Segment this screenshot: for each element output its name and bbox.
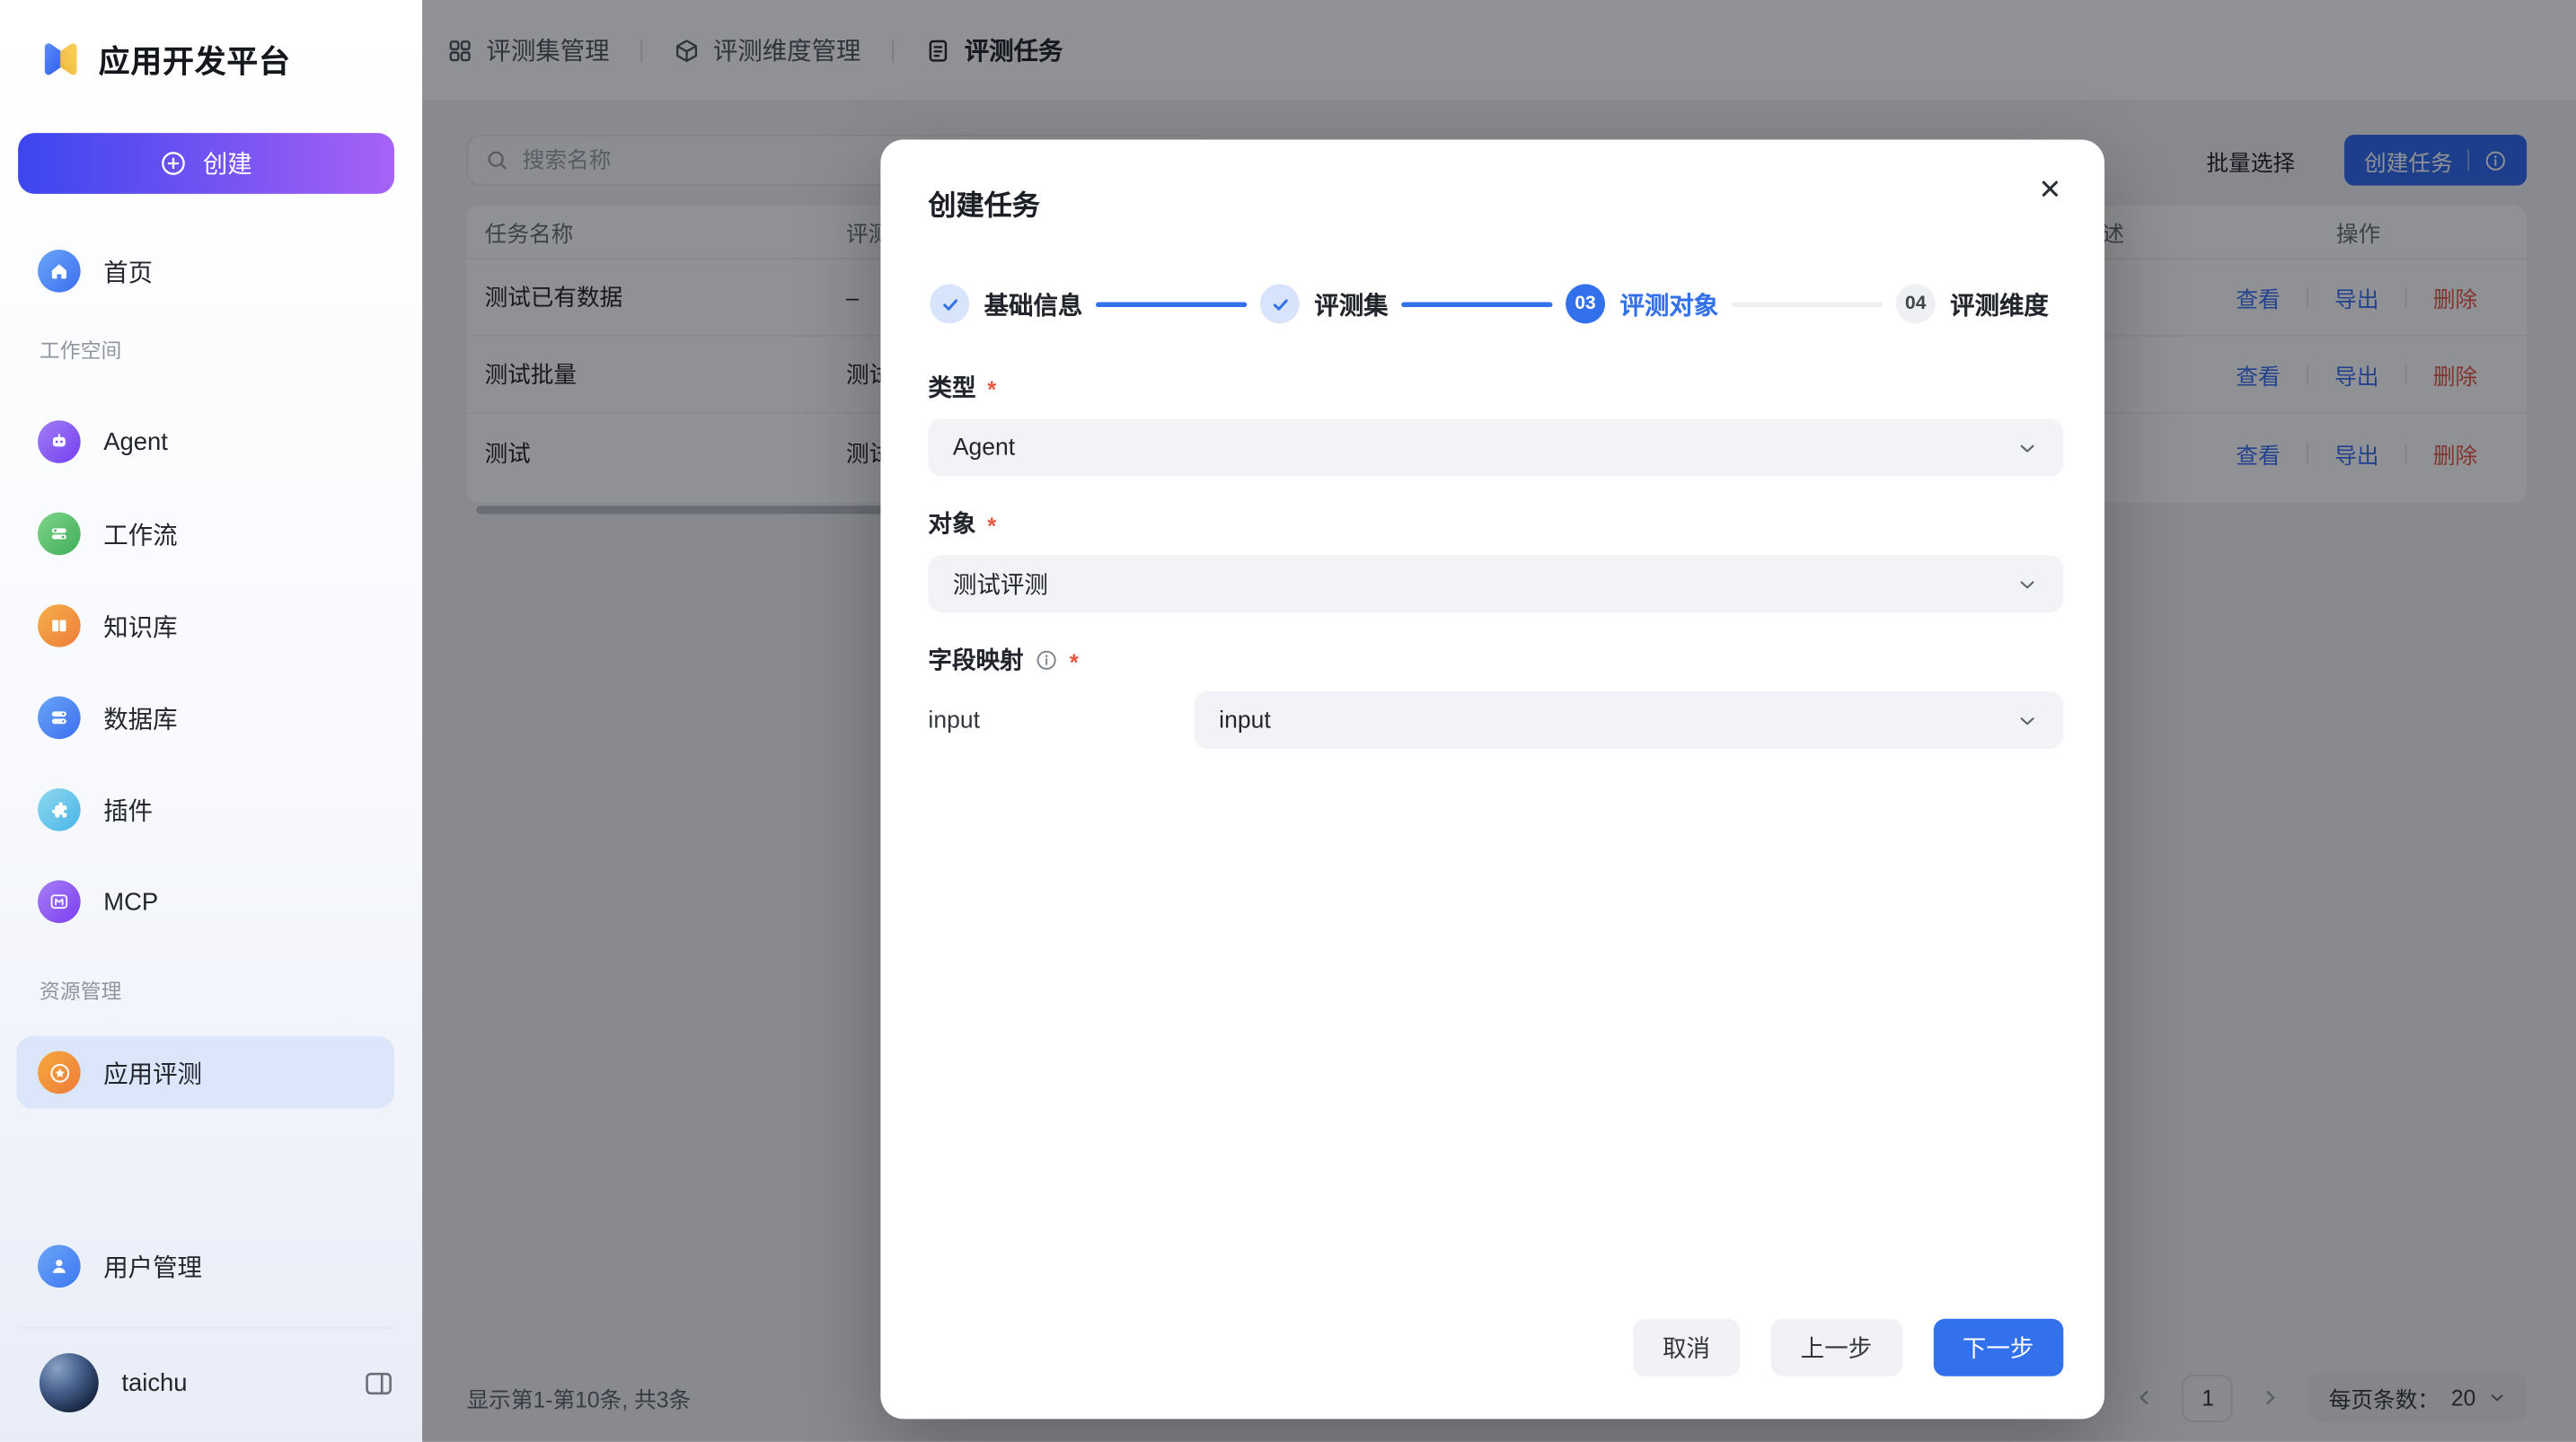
app-root: 应用开发平台 创建 首页 工作空间 Agent 工作流 xyxy=(0,0,2576,1442)
step-evaluation-object: 03 评测对象 xyxy=(1566,284,1718,323)
stepper: 基础信息 评测集 03 评测对象 04 评测维度 xyxy=(930,284,2049,323)
mapping-row: input input xyxy=(928,691,2063,749)
sidebar-item-label: 用户管理 xyxy=(103,1249,202,1283)
app-title: 应用开发平台 xyxy=(99,37,291,81)
logo: 应用开发平台 xyxy=(0,0,422,82)
sidebar: 应用开发平台 创建 首页 工作空间 Agent 工作流 xyxy=(0,0,422,1442)
step-check-icon xyxy=(1260,284,1300,323)
database-icon xyxy=(38,697,81,740)
sidebar-item-label: 知识库 xyxy=(103,609,177,643)
sidebar-item-label: 首页 xyxy=(103,254,153,288)
step-connector xyxy=(1401,302,1552,306)
sidebar-item-home[interactable]: 首页 xyxy=(16,238,394,303)
modal-footer: 取消 上一步 下一步 xyxy=(1633,1319,2063,1376)
sidebar-item-label: Agent xyxy=(103,427,168,455)
avatar[interactable] xyxy=(40,1353,99,1412)
step-connector xyxy=(1732,302,1883,306)
create-button-label: 创建 xyxy=(203,146,252,180)
sidebar-divider xyxy=(18,1327,394,1329)
user-management-icon xyxy=(38,1244,81,1288)
object-field-label: 对象 * xyxy=(928,506,2063,540)
mapping-key-label: input xyxy=(928,707,1194,733)
mapping-field-label: 字段映射 * xyxy=(928,642,2063,676)
required-marker: * xyxy=(1070,648,1079,674)
next-step-button[interactable]: 下一步 xyxy=(1933,1319,2063,1376)
home-icon xyxy=(38,250,81,293)
section-title-resource: 资源管理 xyxy=(40,979,422,1005)
collapse-sidebar-icon[interactable] xyxy=(363,1367,394,1399)
chevron-down-icon xyxy=(2016,572,2039,595)
info-icon[interactable] xyxy=(1035,648,1058,672)
sidebar-item-label: 插件 xyxy=(103,793,153,827)
close-icon[interactable]: ✕ xyxy=(2038,176,2061,204)
agent-icon xyxy=(38,420,81,463)
step-number: 03 xyxy=(1566,284,1605,323)
type-select[interactable]: Agent xyxy=(928,418,2063,476)
sidebar-item-database[interactable]: 数据库 xyxy=(16,685,394,751)
user-name: taichu xyxy=(121,1369,187,1397)
sidebar-item-plugin[interactable]: 插件 xyxy=(16,777,394,842)
sidebar-item-workflow[interactable]: 工作流 xyxy=(16,501,394,567)
step-connector xyxy=(1096,302,1247,306)
sidebar-item-app-evaluation[interactable]: 应用评测 xyxy=(16,1036,394,1108)
create-button[interactable]: 创建 xyxy=(18,133,394,194)
sidebar-item-knowledge-base[interactable]: 知识库 xyxy=(16,593,394,658)
modal-form: 类型 * Agent 对象 * 测试评测 字段映射 xyxy=(928,370,2063,750)
chevron-down-icon xyxy=(2016,436,2039,460)
chevron-down-icon xyxy=(2016,708,2039,732)
required-marker: * xyxy=(987,512,996,538)
type-select-value: Agent xyxy=(953,435,1015,461)
modal-title: 创建任务 xyxy=(928,182,1039,224)
create-task-modal: 创建任务 ✕ 基础信息 评测集 03 评测对象 xyxy=(880,139,2104,1419)
object-select-value: 测试评测 xyxy=(953,567,1048,601)
mapping-select-value: input xyxy=(1219,707,1271,733)
step-check-icon xyxy=(930,284,969,323)
cancel-button[interactable]: 取消 xyxy=(1633,1319,1740,1376)
section-title-workspace: 工作空间 xyxy=(40,339,422,365)
workflow-icon xyxy=(38,513,81,556)
sidebar-item-label: MCP xyxy=(103,888,158,916)
step-evaluation-dimension: 04 评测维度 xyxy=(1896,284,2049,323)
app-evaluation-icon xyxy=(38,1051,81,1095)
required-marker: * xyxy=(987,375,996,401)
step-label: 基础信息 xyxy=(984,286,1083,321)
prev-step-button[interactable]: 上一步 xyxy=(1771,1319,1901,1376)
plugin-icon xyxy=(38,788,81,831)
sidebar-item-label: 数据库 xyxy=(103,700,177,734)
sidebar-item-agent[interactable]: Agent xyxy=(16,409,394,474)
step-label: 评测集 xyxy=(1314,286,1388,321)
sidebar-item-label: 工作流 xyxy=(103,516,177,550)
sidebar-item-label: 应用评测 xyxy=(103,1055,202,1089)
circle-plus-icon xyxy=(160,149,188,177)
brand-logo-icon xyxy=(40,38,83,81)
step-dataset: 评测集 xyxy=(1260,284,1389,323)
object-select[interactable]: 测试评测 xyxy=(928,555,2063,612)
step-number: 04 xyxy=(1896,284,1936,323)
sidebar-item-mcp[interactable]: MCP xyxy=(16,869,394,935)
user-profile[interactable]: taichu xyxy=(40,1347,394,1419)
mcp-icon xyxy=(38,880,81,923)
mapping-select[interactable]: input xyxy=(1195,691,2064,749)
sidebar-item-user-management[interactable]: 用户管理 xyxy=(16,1234,394,1299)
step-basic-info: 基础信息 xyxy=(930,284,1082,323)
step-label: 评测对象 xyxy=(1619,286,1718,321)
step-label: 评测维度 xyxy=(1950,286,2049,321)
knowledge-base-icon xyxy=(38,604,81,647)
type-field-label: 类型 * xyxy=(928,370,2063,404)
